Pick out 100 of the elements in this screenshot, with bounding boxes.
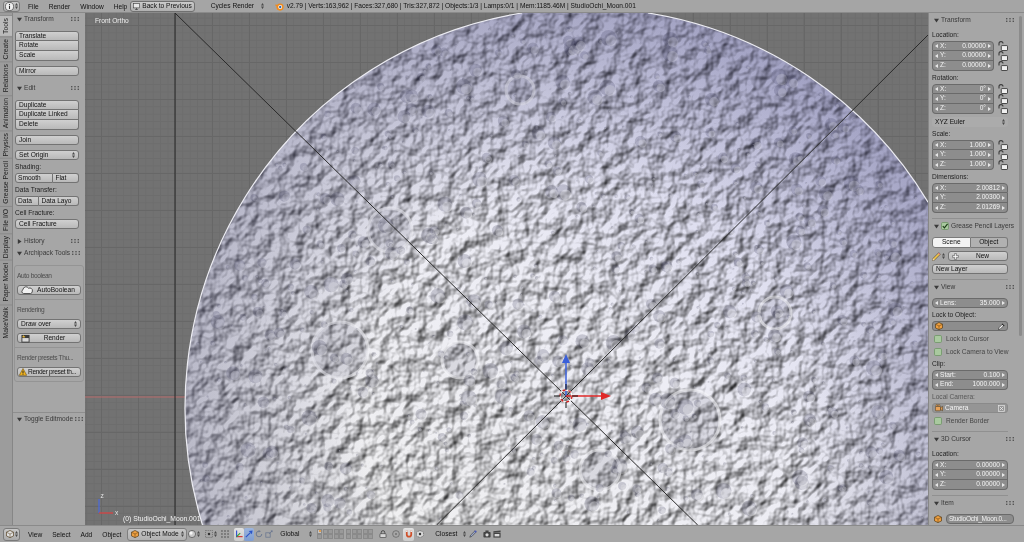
object-field[interactable] [932,321,1008,331]
down-triangle-icon[interactable] [17,85,22,91]
manipulator-toggle[interactable] [264,527,275,541]
eyedropper-icon[interactable] [998,322,1005,330]
left-arrow-icon[interactable] [935,373,938,377]
down-triangle-icon[interactable] [934,436,939,442]
scale-icon [265,530,274,538]
grip-icon[interactable] [72,251,81,255]
layer-button[interactable] [346,534,352,540]
layer-button[interactable] [333,528,339,534]
layer-button[interactable] [339,534,345,540]
editor-type-button[interactable] [3,527,20,541]
layer-button[interactable] [322,534,328,540]
checkbox[interactable] [934,335,942,343]
checkbox[interactable] [941,222,949,230]
updown-arrows-icon [15,3,18,9]
layer-button[interactable] [317,528,323,534]
left-arrow-icon[interactable] [935,44,938,48]
open-padlock-icon[interactable] [998,150,1008,160]
open-padlock-icon[interactable] [998,61,1008,71]
right-arrow-icon[interactable] [1002,373,1005,377]
layer-button[interactable] [351,534,357,540]
layer-button[interactable] [357,534,363,540]
left-arrow-icon[interactable] [935,186,938,190]
layer-button[interactable] [328,534,334,540]
right-arrow-icon[interactable] [1002,301,1005,305]
open-padlock-icon[interactable] [998,51,1008,61]
manipulator-toggle[interactable] [234,527,245,541]
plus-icon [952,252,959,260]
down-triangle-icon[interactable] [17,250,22,256]
image-icon [21,333,30,343]
layer-button[interactable] [333,534,339,540]
layer-button[interactable] [328,528,334,534]
snap-element-dropdown[interactable] [415,527,426,541]
down-triangle-icon[interactable] [17,416,22,422]
right-triangle-icon[interactable] [17,238,22,244]
down-triangle-icon[interactable] [934,500,939,506]
down-triangle-icon[interactable] [934,223,939,229]
open-padlock-icon[interactable] [998,160,1008,170]
open-padlock-icon[interactable] [998,84,1008,94]
down-triangle-icon[interactable] [934,17,939,23]
layer-button[interactable] [368,534,374,540]
lock-layers-button[interactable] [378,527,389,541]
layer-button[interactable] [322,528,328,534]
layer-button[interactable] [357,528,363,534]
open-padlock-icon[interactable] [998,140,1008,150]
updown-arrows-icon [197,531,201,537]
layer-button[interactable] [317,534,323,540]
render-animation-button[interactable] [492,527,503,541]
layer-button[interactable] [351,528,357,534]
camera-icon [483,530,492,538]
open-padlock-icon[interactable] [998,94,1008,104]
open-padlock-icon[interactable] [998,104,1008,114]
cube-icon [131,530,140,538]
left-arrow-icon[interactable] [935,143,938,147]
logo-icon [274,1,284,11]
layer-button[interactable] [339,528,345,534]
render-button[interactable] [482,527,493,541]
grip-icon[interactable] [75,417,84,421]
right-arrow-icon[interactable] [1002,463,1005,467]
snap-toggle[interactable] [403,527,415,541]
left-arrow-icon[interactable] [935,87,938,91]
editor-type-button[interactable] [3,0,20,12]
updown-arrows-icon [463,531,467,537]
grip-icon[interactable] [71,239,79,243]
pivot-icon [205,530,214,538]
pivot-toggle[interactable] [220,527,231,541]
checkbox[interactable] [934,348,942,356]
grip-icon[interactable] [1006,18,1014,22]
z-axis-arrow[interactable] [562,354,570,397]
right-arrow-icon[interactable] [1002,186,1005,190]
right-arrow-icon[interactable] [988,44,991,48]
x-axis-arrow[interactable] [565,392,611,400]
grip-icon[interactable] [71,17,79,21]
layer-button[interactable] [346,528,352,534]
shading-dropdown[interactable] [188,527,201,541]
clapper-icon [493,530,502,538]
manipulator-toggle[interactable] [244,527,255,541]
grip-icon[interactable] [1006,501,1014,505]
checkbox[interactable] [934,417,942,425]
snap-toggle[interactable] [391,527,402,541]
left-arrow-icon[interactable] [935,463,938,467]
right-arrow-icon[interactable] [988,87,991,91]
down-triangle-icon[interactable] [17,16,22,22]
cube-icon [935,322,943,330]
padlock-icon [379,530,388,538]
3d-cursor-icon[interactable] [553,383,579,409]
info-icon [5,1,14,11]
pivot-dropdown[interactable] [205,527,218,541]
down-triangle-icon[interactable] [934,284,939,290]
left-arrow-icon[interactable] [935,301,938,305]
layer-button[interactable] [368,528,374,534]
open-padlock-icon[interactable] [998,41,1008,51]
grip-icon[interactable] [71,86,79,90]
right-arrow-icon[interactable] [988,143,991,147]
updown-arrows-icon [260,3,264,9]
layer-button[interactable] [362,534,368,540]
layer-button[interactable] [362,528,368,534]
grip-icon[interactable] [1006,285,1014,289]
grip-icon[interactable] [1006,437,1014,441]
